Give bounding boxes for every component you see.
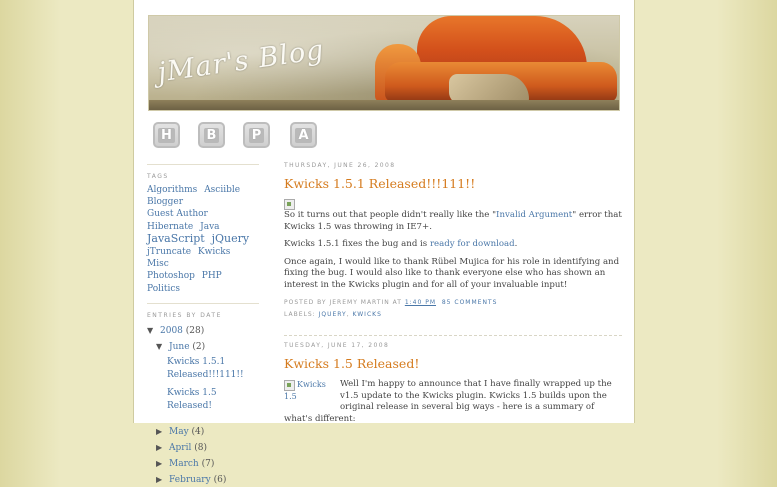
tag-link[interactable]: jQuery bbox=[212, 232, 250, 245]
archive-month-link[interactable]: May bbox=[169, 427, 189, 437]
post-body: So it turns out that people didn't reall… bbox=[284, 191, 622, 291]
triangle-right-icon[interactable]: ▶ bbox=[156, 473, 164, 486]
post-paragraph: Kwicks 1.5.1 fixes the bug and is ready … bbox=[284, 239, 622, 251]
triangle-down-icon[interactable]: ▼ bbox=[147, 324, 155, 337]
nav-blog-button[interactable]: B bbox=[198, 122, 225, 148]
sidebar-divider bbox=[147, 164, 259, 165]
kwicks-image[interactable]: Kwicks 1.5 bbox=[284, 379, 334, 409]
comments-link[interactable]: 85 COMMENTS bbox=[442, 299, 498, 306]
post-text: . bbox=[514, 239, 518, 249]
broken-image-icon bbox=[284, 379, 295, 391]
post-paragraph: Once again, I would like to thank Rübel … bbox=[284, 256, 620, 290]
tag-link[interactable]: PHP bbox=[202, 271, 222, 281]
archive-month-row: ▶ April (8) bbox=[147, 441, 259, 455]
post-divider bbox=[284, 335, 622, 336]
sidebar: TAGS Algorithms Asciible Blogger Guest A… bbox=[147, 164, 259, 487]
post-body: Kwicks 1.5 Well I'm happy to announce th… bbox=[284, 379, 622, 425]
invalid-argument-link[interactable]: Invalid Argument bbox=[496, 210, 572, 220]
blog-header-banner[interactable]: jMar's Blog bbox=[148, 15, 620, 111]
post-time-link[interactable]: 1:40 PM bbox=[405, 299, 436, 306]
tag-link[interactable]: Blogger bbox=[147, 197, 183, 207]
tag-link[interactable]: Misc bbox=[147, 259, 169, 269]
nav-projects-label: P bbox=[248, 127, 265, 143]
tag-cloud: Algorithms Asciible Blogger Guest Author… bbox=[147, 184, 259, 295]
tag-link[interactable]: jTruncate bbox=[147, 247, 191, 257]
archive-year-count: (28) bbox=[185, 325, 205, 336]
archive-month-link[interactable]: March bbox=[169, 459, 199, 469]
archive-month-link[interactable]: February bbox=[169, 475, 211, 485]
nav-about-button[interactable]: A bbox=[290, 122, 317, 148]
tag-link[interactable]: Politics bbox=[147, 284, 180, 294]
broken-image-icon[interactable] bbox=[284, 199, 295, 210]
header-floor bbox=[149, 100, 619, 110]
posted-by-text: POSTED BY JEREMY MARTIN AT bbox=[284, 299, 405, 306]
label-link[interactable]: JQUERY bbox=[319, 311, 347, 318]
archive-month-count: (6) bbox=[213, 474, 227, 485]
nav-projects-button[interactable]: P bbox=[243, 122, 270, 148]
tag-link[interactable]: Java bbox=[200, 222, 219, 232]
nav-home-label: H bbox=[158, 127, 175, 143]
post-paragraph: So it turns out that people didn't reall… bbox=[284, 210, 622, 233]
triangle-right-icon[interactable]: ▶ bbox=[156, 457, 164, 470]
blog-archive: ▼ 2008 (28) ▼ June (2) Kwicks 1.5.1 Releas… bbox=[147, 324, 259, 487]
download-link[interactable]: ready for download bbox=[430, 239, 515, 249]
post-footer: POSTED BY JEREMY MARTIN AT 1:40 PM 85 CO… bbox=[284, 299, 498, 318]
tag-link[interactable]: Hibernate bbox=[147, 222, 193, 232]
archive-month-count: (2) bbox=[192, 341, 206, 352]
tag-link[interactable]: Algorithms bbox=[147, 185, 197, 195]
tag-link[interactable]: Photoshop bbox=[147, 271, 195, 281]
archive-month-count: (8) bbox=[194, 442, 207, 453]
nav-about-label: A bbox=[295, 127, 312, 143]
sidebar-divider bbox=[147, 302, 259, 304]
archive-month-link[interactable]: June bbox=[169, 342, 190, 352]
nav-blog-label: B bbox=[203, 127, 220, 143]
archive-month-count: (7) bbox=[201, 458, 215, 469]
post-text: So it turns out that people didn't reall… bbox=[284, 210, 497, 220]
archive-heading: ENTRIES BY DATE bbox=[147, 311, 222, 319]
post-date: THURSDAY, JUNE 26, 2008 bbox=[284, 162, 396, 169]
archive-post-link[interactable]: Kwicks 1.5.1 Released!!!111!! bbox=[147, 356, 247, 382]
archive-month-count: (4) bbox=[191, 426, 205, 437]
post-title[interactable]: Kwicks 1.5 Released! bbox=[284, 356, 622, 371]
labels-prefix: LABELS: bbox=[284, 311, 319, 318]
nav-buttons: H B P A bbox=[153, 122, 317, 150]
tag-link[interactable]: Asciible bbox=[204, 185, 240, 195]
triangle-right-icon[interactable]: ▶ bbox=[156, 441, 164, 454]
archive-year-row: ▼ 2008 (28) bbox=[147, 324, 259, 338]
archive-month-row: ▶ May (4) bbox=[147, 425, 259, 439]
tag-link[interactable]: Kwicks bbox=[198, 247, 230, 257]
archive-year-link[interactable]: 2008 bbox=[160, 326, 183, 336]
archive-post-link[interactable]: Kwicks 1.5 Released! bbox=[147, 387, 259, 413]
tags-heading: TAGS bbox=[147, 173, 169, 180]
post-title[interactable]: Kwicks 1.5.1 Released!!!111!! bbox=[284, 176, 622, 191]
triangle-right-icon[interactable]: ▶ bbox=[156, 425, 164, 438]
archive-month-link[interactable]: April bbox=[169, 443, 191, 453]
tag-link[interactable]: Guest Author bbox=[147, 209, 208, 219]
tag-link[interactable]: JavaScript bbox=[147, 232, 205, 245]
archive-month-row: ▼ June (2) bbox=[147, 340, 259, 354]
blog-page: jMar's Blog H B P A TAGS Algorithms Asci… bbox=[133, 0, 635, 485]
triangle-down-icon[interactable]: ▼ bbox=[156, 340, 164, 353]
nav-home-button[interactable]: H bbox=[153, 122, 180, 148]
archive-month-row: ▶ February (6) bbox=[147, 473, 259, 487]
label-link[interactable]: KWICKS bbox=[353, 311, 382, 318]
post-date: TUESDAY, JUNE 17, 2008 bbox=[284, 342, 390, 349]
post-text: Kwicks 1.5.1 fixes the bug and is bbox=[284, 239, 430, 249]
main-content: THURSDAY, JUNE 26, 2008 Kwicks 1.5.1 Rel… bbox=[284, 160, 622, 425]
archive-month-row: ▶ March (7) bbox=[147, 457, 259, 471]
